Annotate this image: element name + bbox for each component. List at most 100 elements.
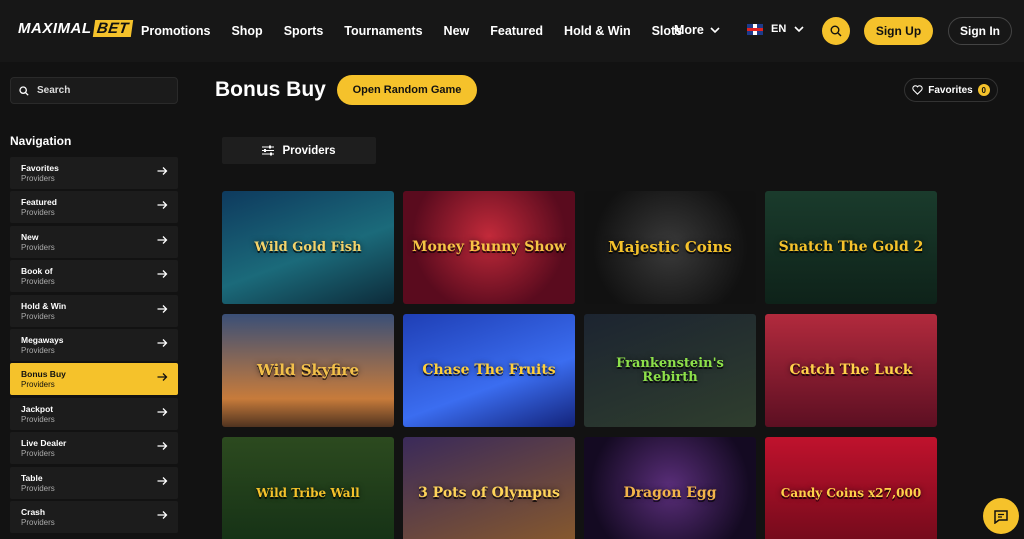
favorites-label: Favorites xyxy=(928,84,973,96)
nav-shop[interactable]: Shop xyxy=(231,24,262,38)
chevron-down-icon xyxy=(710,26,720,33)
sidebar-item-sub: Providers xyxy=(21,483,55,493)
sidebar-item-label: Jackpot xyxy=(21,403,54,414)
sliders-icon xyxy=(262,145,275,156)
game-title: Catch The Luck xyxy=(789,362,913,379)
providers-label: Providers xyxy=(282,144,336,157)
sidebar-item-hold-win[interactable]: Hold & Win Providers xyxy=(10,294,178,327)
search-icon xyxy=(19,85,29,96)
sidebar-item-sub: Providers xyxy=(21,449,55,459)
chat-button[interactable] xyxy=(983,498,1019,534)
sidebar-item-bonus-buy[interactable]: Bonus Buy Providers xyxy=(10,363,178,396)
arrow-right-icon xyxy=(157,442,168,451)
nav-new[interactable]: New xyxy=(444,24,470,38)
sidebar-item-featured[interactable]: Featured Providers xyxy=(10,191,178,224)
sidebar-item-sub: Providers xyxy=(21,277,55,287)
sidebar-item-table[interactable]: Table Providers xyxy=(10,466,178,499)
chevron-down-icon xyxy=(794,25,804,32)
game-tile[interactable]: Wild Tribe Wall xyxy=(222,437,394,539)
sign-up-button[interactable]: Sign Up xyxy=(864,17,933,45)
game-tile[interactable]: Chase The Fruits xyxy=(403,314,575,427)
game-tile[interactable]: Dragon Egg xyxy=(584,437,756,539)
game-tile[interactable]: Catch The Luck xyxy=(765,314,937,427)
sidebar-item-label: Book of xyxy=(21,266,53,277)
favorites-count-badge: 0 xyxy=(977,84,990,96)
sidebar: Search Navigation Favorites Providers Feat… xyxy=(0,62,194,539)
sidebar-item-label: Table xyxy=(21,472,43,483)
main-nav: Promotions Shop Sports Tournaments New F… xyxy=(141,0,703,62)
sidebar-item-sub: Providers xyxy=(21,311,55,321)
sidebar-item-crash[interactable]: Crash Providers xyxy=(10,500,178,533)
game-title: 3 Pots of Olympus xyxy=(418,485,560,502)
sidebar-item-sub: Providers xyxy=(21,380,55,390)
sidebar-item-label: Megaways xyxy=(21,334,64,345)
nav-sports[interactable]: Sports xyxy=(284,24,324,38)
sidebar-item-label: Favorites xyxy=(21,163,59,173)
game-title: Frankenstein's Rebirth xyxy=(616,355,724,385)
sidebar-nav-list: Favorites Providers Featured Providers New Pr… xyxy=(10,157,178,535)
game-title: Wild Tribe Wall xyxy=(256,486,360,501)
game-tile[interactable]: Wild Skyfire xyxy=(222,314,394,427)
sidebar-item-sub: Providers xyxy=(21,345,55,355)
page-title: Bonus Buy xyxy=(215,78,326,101)
game-title: Wild Gold Fish xyxy=(254,239,362,255)
game-title: Candy Coins x27,000 xyxy=(780,486,922,501)
top-header: MAXIMAL BET Promotions Shop Sports Tourn… xyxy=(0,0,1024,62)
heart-icon xyxy=(912,85,923,95)
logo-text-main: MAXIMAL xyxy=(18,20,92,37)
sidebar-item-sub: Providers xyxy=(21,517,55,527)
sign-in-button[interactable]: Sign In xyxy=(948,17,1012,45)
sidebar-item-live-dealer[interactable]: Live Dealer Providers xyxy=(10,432,178,465)
arrow-right-icon xyxy=(157,338,168,347)
sidebar-item-label: New xyxy=(21,231,39,242)
providers-filter-button[interactable]: Providers xyxy=(222,137,376,164)
sidebar-item-label: Crash xyxy=(21,506,46,517)
arrow-right-icon xyxy=(157,373,168,382)
sidebar-item-jackpot[interactable]: Jackpot Providers xyxy=(10,397,178,430)
header-search-button[interactable] xyxy=(822,17,850,45)
sidebar-item-book-of[interactable]: Book of Providers xyxy=(10,260,178,293)
sidebar-item-sub: Providers xyxy=(21,414,55,424)
logo[interactable]: MAXIMAL BET xyxy=(18,20,133,37)
arrow-right-icon xyxy=(157,167,168,175)
game-title: Dragon Egg xyxy=(623,485,717,502)
sidebar-item-label: Live Dealer xyxy=(21,438,67,449)
game-tile[interactable]: Frankenstein's Rebirth xyxy=(584,314,756,427)
game-title: Snatch The Gold 2 xyxy=(778,239,924,256)
more-menu[interactable]: More xyxy=(674,23,720,37)
sidebar-search-input[interactable]: Search xyxy=(10,77,178,104)
game-tile[interactable]: Majestic Coins xyxy=(584,191,756,304)
language-selector[interactable]: EN xyxy=(747,23,804,35)
arrow-right-icon xyxy=(157,235,168,244)
favorites-button[interactable]: Favorites 0 xyxy=(904,78,998,102)
sidebar-item-megaways[interactable]: Megaways Providers xyxy=(10,328,178,361)
arrow-right-icon xyxy=(157,270,168,279)
arrow-right-icon xyxy=(157,201,168,210)
sidebar-item-sub: Providers xyxy=(21,174,55,183)
search-icon xyxy=(830,25,842,37)
nav-promotions[interactable]: Promotions xyxy=(141,24,210,38)
game-tile[interactable]: Money Bunny Show xyxy=(403,191,575,304)
more-label: More xyxy=(674,23,704,37)
game-title: Wild Skyfire xyxy=(257,360,359,379)
nav-tournaments[interactable]: Tournaments xyxy=(344,24,422,38)
logo-text-accent: BET xyxy=(92,20,133,37)
nav-featured[interactable]: Featured xyxy=(490,24,543,38)
game-title: Majestic Coins xyxy=(608,237,732,256)
game-tile[interactable]: Candy Coins x27,000 xyxy=(765,437,937,539)
sidebar-item-sub: Providers xyxy=(21,242,55,252)
sidebar-item-favorites[interactable]: Favorites Providers xyxy=(10,157,178,189)
game-title: Money Bunny Show xyxy=(412,239,566,256)
game-tile[interactable]: 3 Pots of Olympus xyxy=(403,437,575,539)
sidebar-item-new[interactable]: New Providers xyxy=(10,225,178,258)
chat-icon xyxy=(994,509,1008,524)
game-tile[interactable]: Snatch The Gold 2 xyxy=(765,191,937,304)
nav-hold-win[interactable]: Hold & Win xyxy=(564,24,631,38)
sidebar-item-label: Hold & Win xyxy=(21,300,67,311)
arrow-right-icon xyxy=(157,476,168,485)
game-tile[interactable]: Wild Gold Fish xyxy=(222,191,394,304)
sidebar-item-label: Bonus Buy xyxy=(21,369,66,380)
open-random-game-button[interactable]: Open Random Game xyxy=(337,75,477,105)
game-title: Chase The Fruits xyxy=(422,362,556,379)
sidebar-item-label: Featured xyxy=(21,197,57,208)
